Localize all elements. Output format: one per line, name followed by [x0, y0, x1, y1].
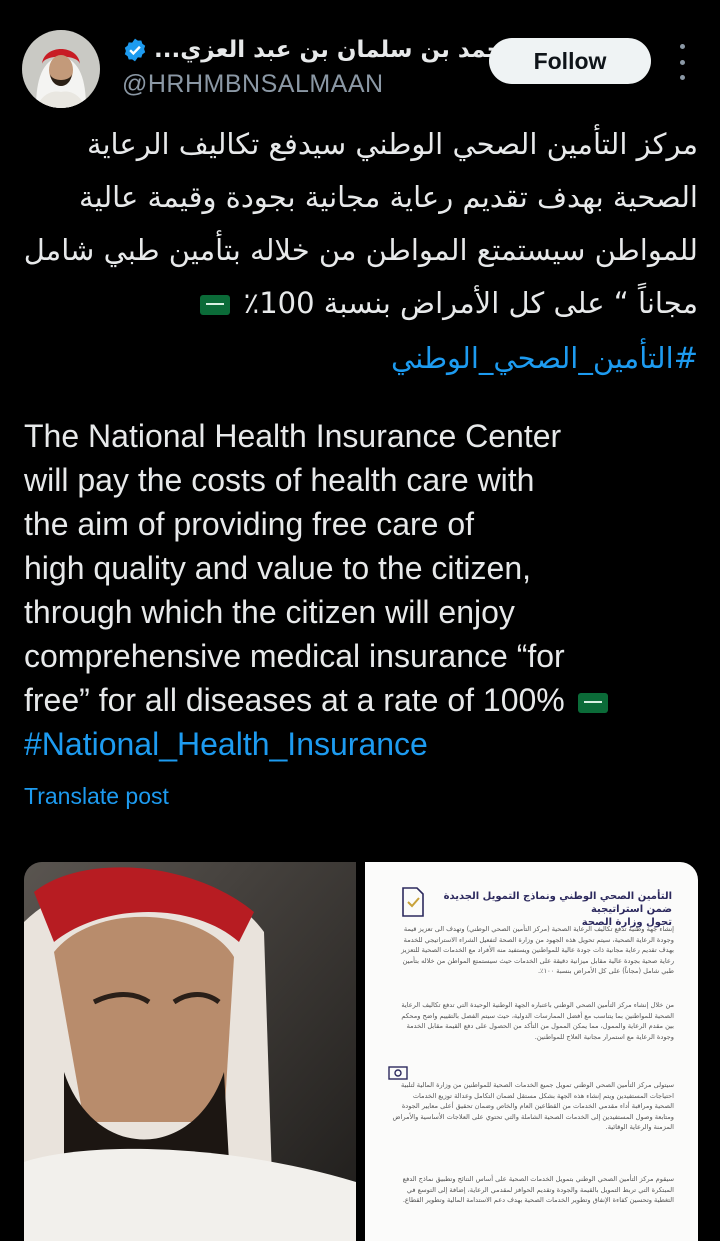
arabic-line: الصحية بهدف تقديم رعاية مجانية بجودة وقي… — [79, 180, 698, 214]
english-hashtag-link[interactable]: #National_Health_Insurance — [24, 722, 704, 766]
follow-button[interactable]: Follow — [489, 38, 651, 84]
media-gallery: التأمين الصحي الوطني ونماذج التمويل الجد… — [24, 862, 698, 1241]
media-document-image[interactable]: التأمين الصحي الوطني ونماذج التمويل الجد… — [365, 862, 698, 1241]
arabic-line: مجاناً “ على كل الأمراض بنسبة 100٪ — [243, 286, 698, 320]
document-paragraph: سيتولى مركز التأمين الصحي الوطني تمويل ج… — [392, 1081, 674, 1131]
more-vertical-icon[interactable] — [672, 44, 692, 80]
document-logo-icon — [402, 887, 424, 917]
post-text-arabic: مركز التأمين الصحي الوطني سيدفع تكاليف ا… — [22, 118, 698, 385]
document-paragraph: إنشاء جهة وطنية تدفع تكاليف الرعاية الصح… — [401, 925, 674, 975]
document-paragraph: من خلال إنشاء مركز التأمين الصحي الوطني … — [401, 1001, 674, 1041]
english-line: the aim of providing free care of — [24, 506, 475, 542]
english-line: comprehensive medical insurance “for — [24, 638, 565, 674]
english-line: through which the citizen will enjoy — [24, 594, 515, 630]
arabic-hashtag-link[interactable]: #التأمين_الصحي_الوطني — [22, 332, 698, 385]
english-line: The National Health Insurance Center — [24, 418, 562, 454]
post-text-english: The National Health Insurance Center wil… — [24, 414, 704, 766]
saudi-flag-icon — [577, 692, 608, 713]
document-paragraph: سيقوم مركز التأمين الصحي الوطني بتمويل ا… — [402, 1175, 674, 1204]
user-handle[interactable]: @HRHMBNSALMAAN — [122, 70, 472, 99]
document-title-line: التأمين الصحي الوطني ونماذج التمويل الجد… — [443, 891, 672, 915]
english-line: will pay the costs of health care with — [24, 462, 535, 498]
avatar[interactable] — [22, 30, 100, 108]
author-names: محمد بن سلمان بن عبد العزي... @HRHMBNSAL… — [122, 32, 517, 99]
arabic-line: مركز التأمين الصحي الوطني سيدفع تكاليف ا… — [86, 127, 698, 161]
translate-post-link[interactable]: Translate post — [24, 783, 169, 810]
english-line: high quality and value to the citizen, — [24, 550, 531, 586]
post-header: محمد بن سلمان بن عبد العزي... @HRHMBNSAL… — [0, 0, 720, 110]
english-line-with-flag: free” for all diseases at a rate of 100% — [24, 678, 704, 722]
arabic-line-with-flag: مجاناً “ على كل الأمراض بنسبة 100٪ — [22, 277, 698, 330]
media-photo[interactable] — [24, 862, 356, 1241]
verified-badge-icon — [124, 38, 146, 62]
english-line: free” for all diseases at a rate of 100% — [24, 682, 565, 718]
arabic-line: للمواطن سيستمتع المواطن من خلاله بتأمين … — [23, 233, 698, 267]
display-name[interactable]: محمد بن سلمان بن عبد العزي... — [154, 37, 517, 63]
saudi-flag-icon — [200, 295, 231, 315]
